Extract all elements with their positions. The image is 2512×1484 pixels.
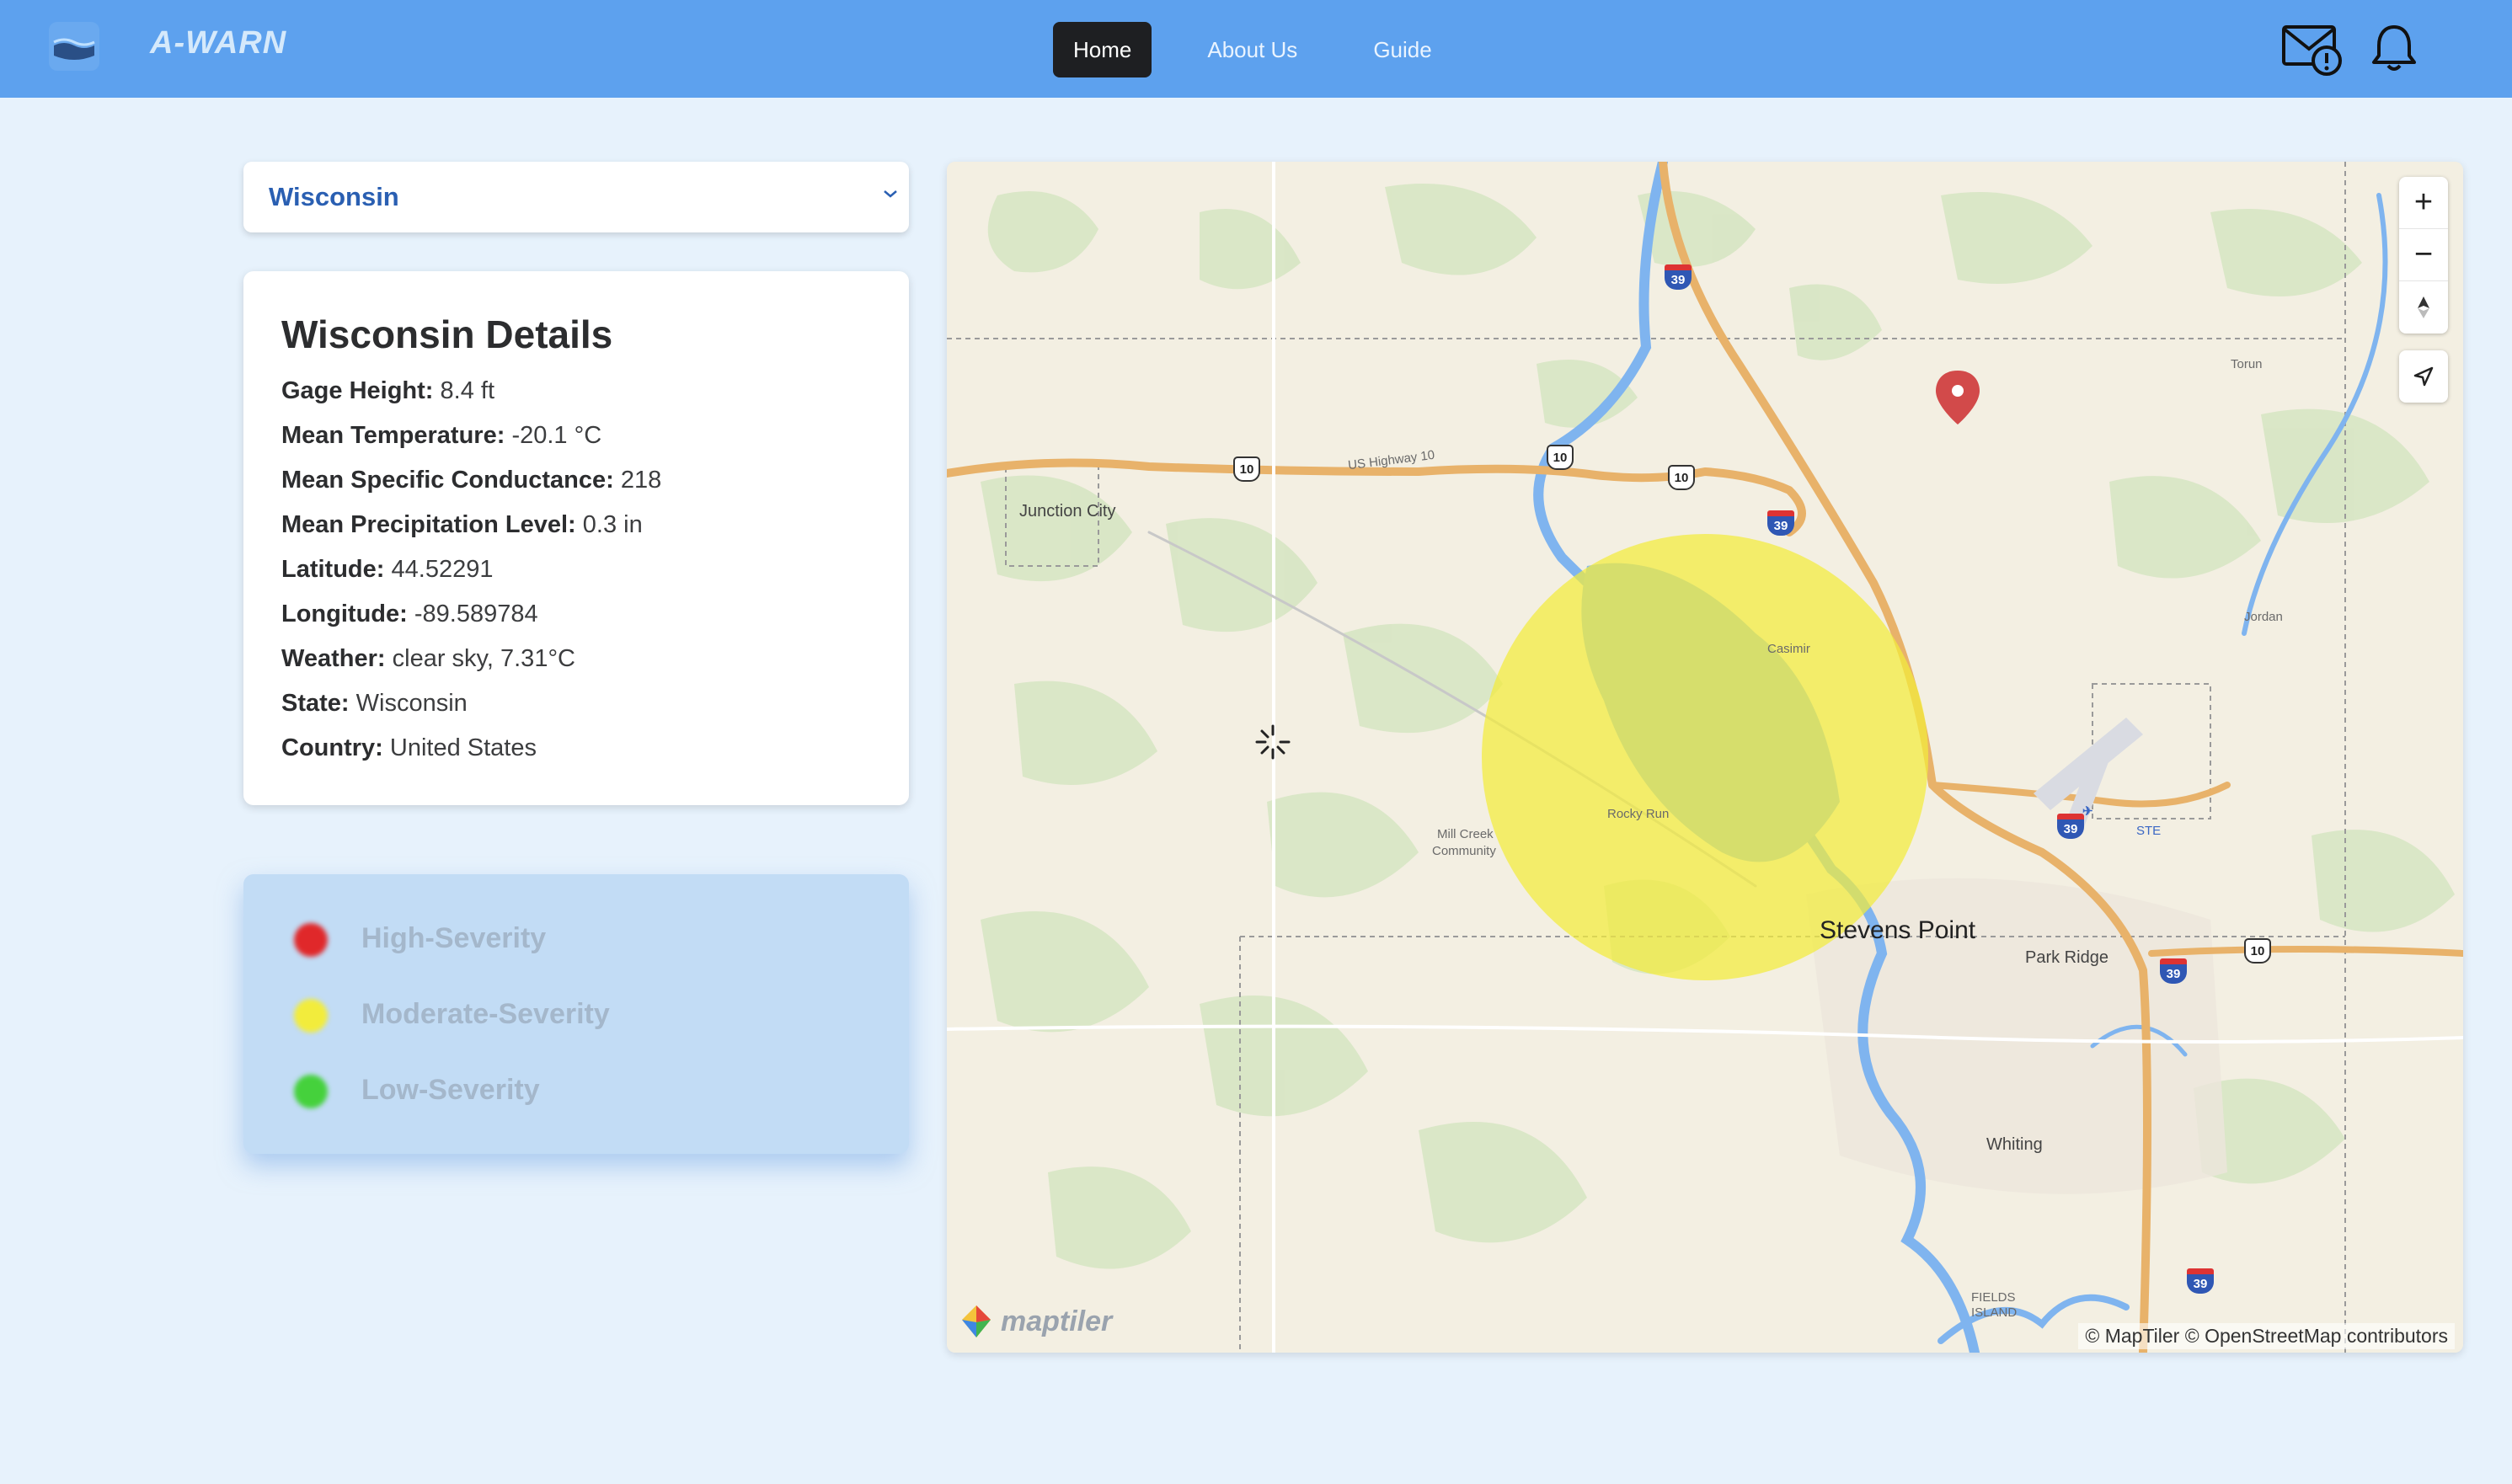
map-label-island: ISLAND xyxy=(1971,1305,2018,1320)
maptiler-logo-icon xyxy=(962,1305,991,1337)
map-label-torun: Torun xyxy=(2231,357,2263,371)
detail-state: State: Wisconsin xyxy=(281,690,468,718)
detail-label: Country: xyxy=(281,734,383,761)
interstate-shield: 39 xyxy=(2187,1268,2214,1294)
geolocate-control xyxy=(2399,350,2448,403)
state-select-value: Wisconsin xyxy=(269,182,399,211)
detail-label: State: xyxy=(281,690,350,717)
nav-guide[interactable]: Guide xyxy=(1353,22,1451,77)
mail-alert-icon[interactable] xyxy=(2281,22,2345,82)
map-label-junction-city: Junction City xyxy=(1019,502,1116,520)
detail-specific-conductance: Mean Specific Conductance: 218 xyxy=(281,467,661,494)
detail-value: -20.1 °C xyxy=(511,422,602,449)
detail-value: 0.3 in xyxy=(582,511,643,538)
maptiler-logo[interactable]: maptiler xyxy=(957,1302,1112,1341)
map-label-whiting: Whiting xyxy=(1986,1135,2043,1154)
detail-label: Mean Specific Conductance: xyxy=(281,467,614,494)
detail-value: Wisconsin xyxy=(355,690,468,717)
state-select[interactable]: Wisconsin xyxy=(243,162,909,232)
detail-value: 218 xyxy=(620,467,662,494)
detail-mean-temperature: Mean Temperature: -20.1 °C xyxy=(281,422,601,450)
details-title: Wisconsin Details xyxy=(281,312,613,356)
detail-weather: Weather: clear sky, 7.31°C xyxy=(281,645,575,673)
bell-icon[interactable] xyxy=(2369,22,2419,80)
interstate-shield: 39 xyxy=(1767,510,1794,536)
interstate-shield: 39 xyxy=(1665,264,1692,290)
detail-label: Weather: xyxy=(281,645,386,672)
detail-value: United States xyxy=(389,734,537,761)
interstate-shield: 39 xyxy=(2160,958,2187,984)
yellow-dot-icon xyxy=(294,999,328,1033)
main-nav: Home About Us Guide xyxy=(1053,22,1488,77)
map-label-casimir: Casimir xyxy=(1767,642,1810,656)
brand-name[interactable]: A-WARN xyxy=(150,25,286,61)
detail-gage-height: Gage Height: 8.4 ft xyxy=(281,377,494,405)
legend-label: High-Severity xyxy=(361,922,547,954)
detail-label: Mean Precipitation Level: xyxy=(281,511,576,538)
map-base: ✈ xyxy=(947,162,2463,1353)
map-label-fields: FIELDS xyxy=(1971,1290,2016,1305)
chevron-down-icon xyxy=(880,184,901,208)
map-label-rocky-run: Rocky Run xyxy=(1607,807,1670,821)
map-label-airport: STE xyxy=(2136,824,2162,838)
interstate-shield: 39 xyxy=(2057,814,2084,839)
top-header: A-WARN Home About Us Guide xyxy=(0,0,2512,98)
detail-precipitation: Mean Precipitation Level: 0.3 in xyxy=(281,511,643,539)
us-route-shield: 10 xyxy=(1668,465,1695,490)
nav-about-us[interactable]: About Us xyxy=(1187,22,1317,77)
map-label-community: Community xyxy=(1432,844,1496,858)
map-attribution[interactable]: © MapTiler © OpenStreetMap contributors xyxy=(2078,1323,2455,1349)
detail-country: Country: United States xyxy=(281,734,537,762)
maptiler-text: maptiler xyxy=(1001,1305,1113,1337)
navigation-arrow-icon xyxy=(2413,366,2434,387)
compass-button[interactable] xyxy=(2399,281,2448,334)
green-dot-icon xyxy=(294,1075,328,1108)
detail-latitude: Latitude: 44.52291 xyxy=(281,556,493,584)
map-label-mill-creek: Mill Creek xyxy=(1437,827,1494,841)
detail-label: Longitude: xyxy=(281,601,408,627)
zoom-in-button[interactable]: + xyxy=(2399,177,2448,229)
nav-home[interactable]: Home xyxy=(1053,22,1152,77)
map-view[interactable]: ✈ 10 10 10 10 39 39 39 39 39 Junction Ci… xyxy=(947,162,2463,1353)
us-route-shield: 10 xyxy=(2244,938,2271,964)
detail-value: 44.52291 xyxy=(391,556,494,583)
us-route-shield: 10 xyxy=(1233,456,1260,482)
map-label-stevens-point: Stevens Point xyxy=(1820,916,1976,944)
severity-legend: High-Severity Moderate-Severity Low-Seve… xyxy=(243,874,909,1154)
map-label-park-ridge: Park Ridge xyxy=(2025,948,2108,967)
compass-icon xyxy=(2418,296,2429,318)
map-navigation-control: + − xyxy=(2399,177,2448,334)
detail-label: Gage Height: xyxy=(281,377,434,404)
detail-label: Latitude: xyxy=(281,556,385,583)
geolocate-button[interactable] xyxy=(2399,350,2448,403)
detail-value: -89.589784 xyxy=(414,601,538,627)
detail-value: 8.4 ft xyxy=(440,377,495,404)
severity-zone[interactable] xyxy=(1482,534,1928,980)
detail-value: clear sky, 7.31°C xyxy=(392,645,575,672)
detail-label: Mean Temperature: xyxy=(281,422,505,449)
app-logo[interactable] xyxy=(49,22,99,71)
details-card: Wisconsin Details Gage Height: 8.4 ft Me… xyxy=(243,271,909,805)
us-route-shield: 10 xyxy=(1547,445,1574,470)
legend-label: Low-Severity xyxy=(361,1074,540,1106)
legend-label: Moderate-Severity xyxy=(361,998,610,1030)
detail-longitude: Longitude: -89.589784 xyxy=(281,601,538,628)
map-label-jordan: Jordan xyxy=(2244,610,2283,624)
red-dot-icon xyxy=(294,923,328,957)
zoom-out-button[interactable]: − xyxy=(2399,229,2448,281)
